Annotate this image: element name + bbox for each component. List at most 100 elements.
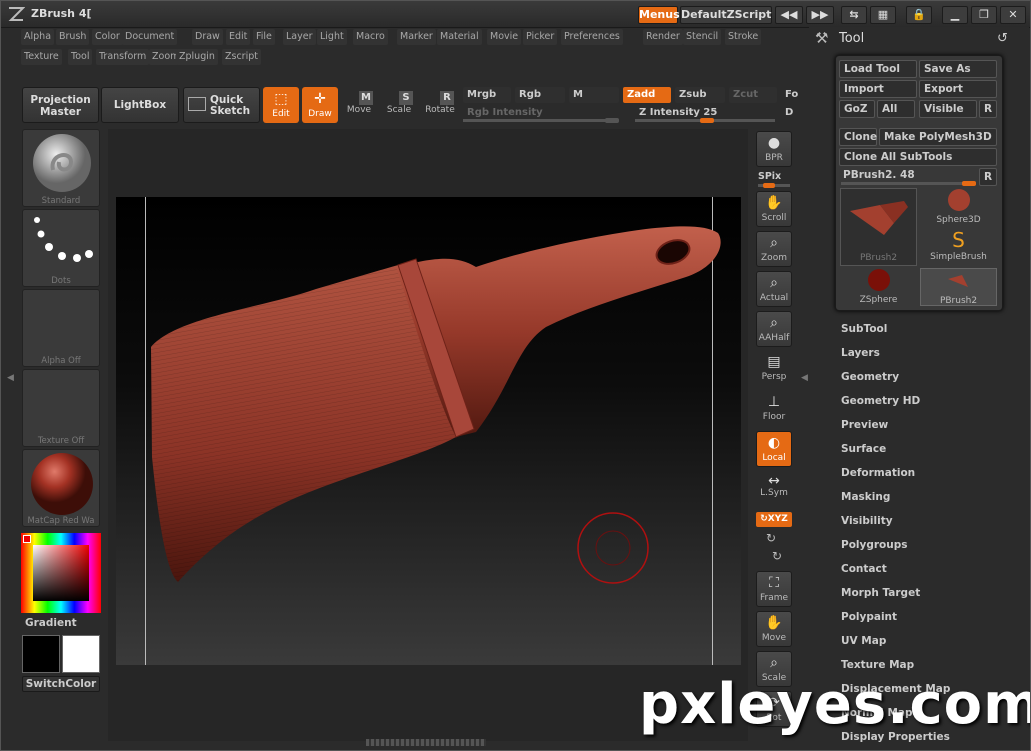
fast-forward-icon[interactable]: ▶▶	[806, 6, 834, 24]
export-button[interactable]: Export	[919, 80, 997, 98]
mrgb-button[interactable]: Mrgb	[463, 87, 511, 103]
zsub-button[interactable]: Zsub	[675, 87, 725, 103]
xyz-rotate-button[interactable]: ↻XYZ	[756, 512, 792, 527]
scroll-button[interactable]: ✋ Scroll	[756, 191, 792, 227]
menu-zplugin[interactable]: Zplugin	[176, 49, 218, 65]
subpalette-surface[interactable]: Surface	[841, 443, 886, 455]
subpalette-geometry[interactable]: Geometry	[841, 371, 899, 383]
goz-button[interactable]: GoZ	[839, 100, 875, 118]
rgb-intensity-knob[interactable]	[605, 118, 619, 123]
scale-mode-button[interactable]: S Scale	[381, 87, 417, 123]
close-icon[interactable]: ✕	[1000, 6, 1026, 24]
lightbox-button[interactable]: LightBox	[101, 87, 179, 123]
menus-button[interactable]: Menus	[638, 6, 680, 24]
subpalette-masking[interactable]: Masking	[841, 491, 890, 503]
rgb-button[interactable]: Rgb	[515, 87, 565, 103]
subpalette-polygroups[interactable]: Polygroups	[841, 539, 908, 551]
y-rotate-icon[interactable]: ↻	[766, 531, 776, 545]
menu-macro[interactable]: Macro	[353, 29, 388, 45]
lock-icon[interactable]: 🔒	[906, 6, 932, 24]
switch-color-button[interactable]: SwitchColor	[22, 676, 100, 692]
quick-sketch-button[interactable]: Quick Sketch	[183, 87, 260, 123]
zscript-name-button[interactable]: DefaultZScript	[680, 6, 772, 24]
minimize-icon[interactable]: ▁	[942, 6, 968, 24]
menu-tool[interactable]: Tool	[68, 49, 93, 65]
menu-alpha[interactable]: Alpha	[21, 29, 55, 45]
stroke-picker[interactable]: Dots	[22, 209, 100, 287]
draw-mode-button[interactable]: ✛ Draw	[302, 87, 338, 123]
rewind-icon[interactable]: ◀◀	[775, 6, 803, 24]
all-button[interactable]: All	[877, 100, 915, 118]
clone-button[interactable]: Clone	[839, 128, 877, 146]
z-intensity-knob[interactable]	[700, 118, 714, 123]
save-as-button[interactable]: Save As	[919, 60, 997, 78]
clone-all-subtools-button[interactable]: Clone All SubTools	[839, 148, 997, 166]
current-tool-slider[interactable]	[841, 182, 976, 185]
z-rotate-icon[interactable]: ↻	[772, 549, 782, 563]
texture-picker[interactable]: Texture Off	[22, 369, 100, 447]
subpalette-preview[interactable]: Preview	[841, 419, 888, 431]
material-picker[interactable]: MatCap Red Wa	[22, 449, 100, 527]
menu-light[interactable]: Light	[317, 29, 347, 45]
menu-stroke[interactable]: Stroke	[725, 29, 762, 45]
zcut-button[interactable]: Zcut	[729, 87, 777, 103]
tool-thumb-pbrush2-small[interactable]: PBrush2	[920, 268, 997, 306]
projection-master-button[interactable]: Projection Master	[22, 87, 99, 123]
main-color-swatch[interactable]	[62, 635, 100, 673]
layout-grid-icon[interactable]: ▦	[870, 6, 896, 24]
make-polymesh-button[interactable]: Make PolyMesh3D	[879, 128, 997, 146]
rotate-mode-button[interactable]: R Rotate	[422, 87, 458, 123]
menu-layer[interactable]: Layer	[283, 29, 316, 45]
hue-marker[interactable]	[23, 535, 31, 543]
tool-thumb-simplebrush[interactable]: S SimpleBrush	[920, 228, 997, 266]
menu-stencil[interactable]: Stencil	[683, 29, 722, 45]
floor-button[interactable]: ⊥ Floor	[756, 391, 792, 427]
subpalette-contact[interactable]: Contact	[841, 563, 887, 575]
menu-marker[interactable]: Marker	[397, 29, 436, 45]
brush-picker[interactable]: Standard	[22, 129, 100, 207]
right-tray-arrow-icon[interactable]: ◀	[801, 373, 808, 383]
spix-knob[interactable]	[763, 183, 775, 188]
menu-edit[interactable]: Edit	[226, 29, 251, 45]
frame-button[interactable]: ⛶ Frame	[756, 571, 792, 607]
menu-preferences[interactable]: Preferences	[561, 29, 623, 45]
menu-document[interactable]: Document	[122, 29, 178, 45]
menu-transform[interactable]: Transform	[96, 49, 150, 65]
color-square[interactable]	[33, 545, 89, 601]
menu-material[interactable]: Material	[437, 29, 482, 45]
menu-zscript[interactable]: Zscript	[222, 49, 261, 65]
paintbrush-model[interactable]	[116, 197, 741, 665]
left-tray-arrow-icon[interactable]: ◀	[7, 373, 14, 383]
tool-r-button[interactable]: R	[979, 168, 997, 186]
subpalette-morph-target[interactable]: Morph Target	[841, 587, 920, 599]
subpalette-layers[interactable]: Layers	[841, 347, 880, 359]
current-tool-knob[interactable]	[962, 181, 976, 186]
subpalette-deformation[interactable]: Deformation	[841, 467, 915, 479]
subpalette-polypaint[interactable]: Polypaint	[841, 611, 897, 623]
reset-icon[interactable]: ↺	[997, 31, 1008, 46]
secondary-color-swatch[interactable]	[22, 635, 60, 673]
subpalette-geometry-hd[interactable]: Geometry HD	[841, 395, 920, 407]
actual-button[interactable]: ⌕ Actual	[756, 271, 792, 307]
menu-movie[interactable]: Movie	[487, 29, 522, 45]
aahalf-button[interactable]: ⌕ AAHalf	[756, 311, 792, 347]
local-button[interactable]: ◐ Local	[756, 431, 792, 467]
menu-color[interactable]: Color	[92, 29, 123, 45]
menu-render[interactable]: Render	[643, 29, 683, 45]
menu-draw[interactable]: Draw	[192, 29, 223, 45]
subpalette-visibility[interactable]: Visibility	[841, 515, 893, 527]
subpalette-texture-map[interactable]: Texture Map	[841, 659, 914, 671]
rgb-intensity-slider[interactable]	[463, 119, 618, 122]
tool-thumb-zsphere[interactable]: ZSphere	[840, 268, 917, 306]
m-button[interactable]: M	[569, 87, 619, 103]
menu-picker[interactable]: Picker	[523, 29, 558, 45]
move-mode-button[interactable]: M Move	[341, 87, 377, 123]
layout-swap-icon[interactable]: ⇆	[841, 6, 867, 24]
zadd-button[interactable]: Zadd	[623, 87, 671, 103]
persp-button[interactable]: ▤ Persp	[756, 351, 792, 387]
edit-mode-button[interactable]: ⬚ Edit	[263, 87, 299, 123]
lsym-button[interactable]: ↔ L.Sym	[756, 473, 792, 503]
restore-icon[interactable]: ❐	[971, 6, 997, 24]
subpalette-uv-map[interactable]: UV Map	[841, 635, 886, 647]
alpha-picker[interactable]: Alpha Off	[22, 289, 100, 367]
